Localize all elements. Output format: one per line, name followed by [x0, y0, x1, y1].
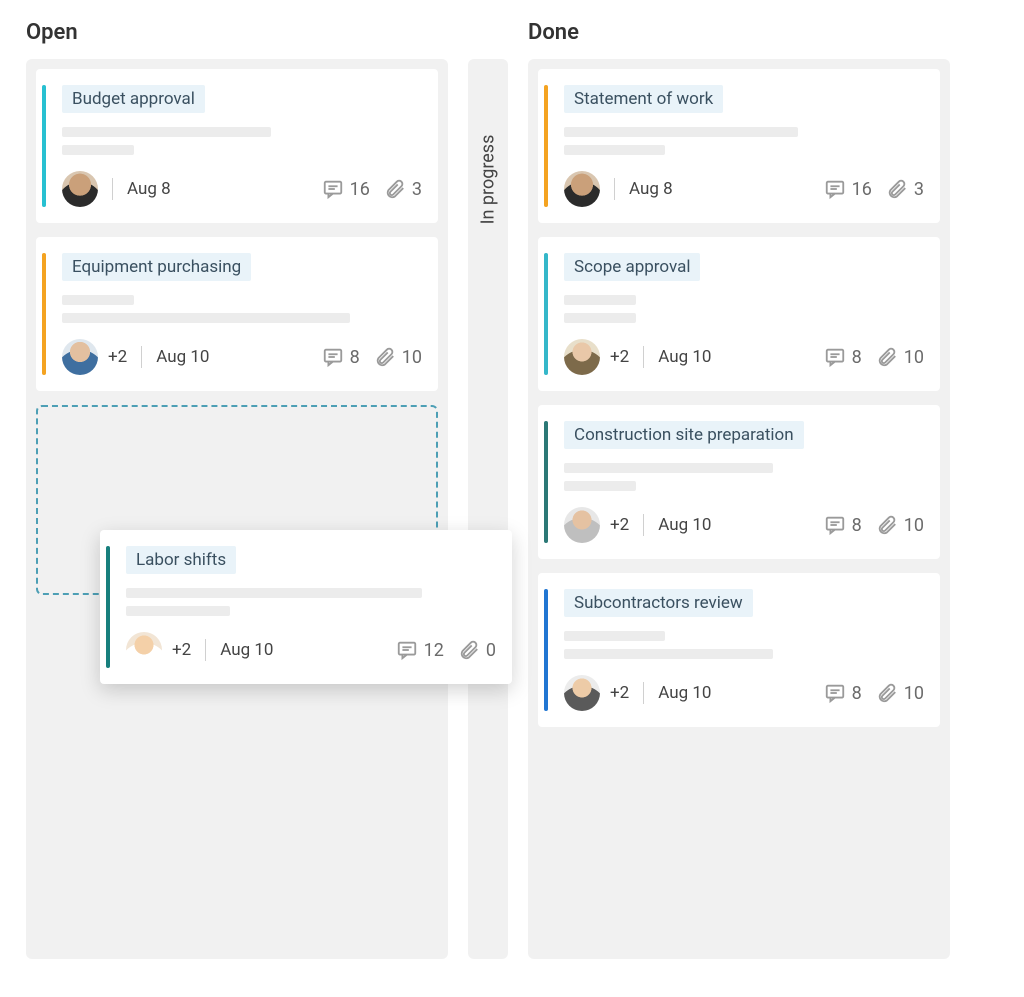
extra-assignees[interactable]: +2 — [610, 347, 629, 367]
card-color-stripe — [544, 253, 548, 375]
comments-count[interactable]: 8 — [824, 346, 862, 368]
card-description-placeholder — [564, 463, 924, 491]
avatar[interactable] — [62, 339, 98, 375]
card-date: Aug 8 — [127, 179, 171, 199]
separator — [614, 178, 615, 200]
comments-count[interactable]: 8 — [322, 346, 360, 368]
column-title: Open — [26, 20, 448, 45]
avatar[interactable] — [564, 675, 600, 711]
column-open[interactable]: Budget approval Aug 8 1 — [26, 59, 448, 959]
card-description-placeholder — [564, 631, 924, 659]
card-title-tag: Statement of work — [564, 85, 723, 113]
comment-icon — [322, 346, 344, 368]
card-description-placeholder — [564, 295, 924, 323]
card-description-placeholder — [62, 295, 422, 323]
column-in-progress-wrapper: In progress — [468, 20, 508, 959]
separator — [205, 639, 206, 661]
comment-icon — [824, 682, 846, 704]
attachments-count[interactable]: 3 — [384, 178, 422, 200]
card-color-stripe — [42, 253, 46, 375]
comments-count[interactable]: 12 — [396, 639, 444, 661]
comment-icon — [396, 639, 418, 661]
comment-icon — [824, 346, 846, 368]
column-done[interactable]: Statement of work Aug 8 16 3 — [528, 59, 950, 959]
attachment-icon — [384, 178, 406, 200]
card-title-tag: Labor shifts — [126, 546, 236, 574]
attachments-count[interactable]: 3 — [886, 178, 924, 200]
attachments-count[interactable]: 10 — [876, 682, 924, 704]
card-color-stripe — [544, 421, 548, 543]
avatar[interactable] — [564, 507, 600, 543]
card-color-stripe — [42, 85, 46, 207]
card-title-tag: Equipment purchasing — [62, 253, 251, 281]
attachment-icon — [876, 514, 898, 536]
attachments-count[interactable]: 10 — [876, 346, 924, 368]
extra-assignees[interactable]: +2 — [610, 683, 629, 703]
attachment-icon — [374, 346, 396, 368]
comments-count[interactable]: 8 — [824, 682, 862, 704]
separator — [643, 514, 644, 536]
card-color-stripe — [544, 85, 548, 207]
card-date: Aug 10 — [658, 683, 711, 703]
column-title-spacer — [468, 20, 508, 45]
avatar[interactable] — [126, 632, 162, 668]
card-date: Aug 10 — [658, 515, 711, 535]
card-description-placeholder — [564, 127, 924, 155]
task-card[interactable]: Statement of work Aug 8 16 3 — [538, 69, 940, 223]
card-date: Aug 10 — [658, 347, 711, 367]
card-title-tag: Budget approval — [62, 85, 205, 113]
extra-assignees[interactable]: +2 — [610, 515, 629, 535]
attachment-icon — [458, 639, 480, 661]
card-date: Aug 8 — [629, 179, 673, 199]
card-description-placeholder — [62, 127, 422, 155]
separator — [112, 178, 113, 200]
column-open-wrapper: Open Budget approval Aug 8 — [26, 20, 448, 959]
card-title-tag: Subcontractors review — [564, 589, 753, 617]
task-card[interactable]: Subcontractors review +2 Aug 10 8 — [538, 573, 940, 727]
task-card[interactable]: Construction site preparation +2 Aug 10 … — [538, 405, 940, 559]
card-color-stripe — [544, 589, 548, 711]
column-in-progress-collapsed[interactable]: In progress — [468, 59, 508, 959]
card-date: Aug 10 — [156, 347, 209, 367]
comments-count[interactable]: 8 — [824, 514, 862, 536]
task-card-dragging[interactable]: Labor shifts +2 Aug 10 12 0 — [100, 530, 512, 684]
attachments-count[interactable]: 10 — [876, 514, 924, 536]
separator — [141, 346, 142, 368]
column-title: In progress — [478, 135, 499, 225]
attachments-count[interactable]: 10 — [374, 346, 422, 368]
comment-icon — [824, 178, 846, 200]
attachment-icon — [876, 682, 898, 704]
separator — [643, 346, 644, 368]
avatar[interactable] — [62, 171, 98, 207]
extra-assignees[interactable]: +2 — [172, 640, 191, 660]
task-card[interactable]: Equipment purchasing +2 Aug 10 — [36, 237, 438, 391]
card-title-tag: Construction site preparation — [564, 421, 804, 449]
comment-icon — [824, 514, 846, 536]
avatar[interactable] — [564, 339, 600, 375]
column-done-wrapper: Done Statement of work Aug 8 — [528, 20, 950, 959]
task-card[interactable]: Budget approval Aug 8 1 — [36, 69, 438, 223]
attachment-icon — [886, 178, 908, 200]
attachments-count[interactable]: 0 — [458, 639, 496, 661]
comments-count[interactable]: 16 — [322, 178, 370, 200]
separator — [643, 682, 644, 704]
comment-icon — [322, 178, 344, 200]
avatar[interactable] — [564, 171, 600, 207]
kanban-board: Open Budget approval Aug 8 — [0, 0, 1024, 979]
column-title: Done — [528, 20, 950, 45]
card-date: Aug 10 — [220, 640, 273, 660]
comments-count[interactable]: 16 — [824, 178, 872, 200]
task-card[interactable]: Scope approval +2 Aug 10 8 10 — [538, 237, 940, 391]
extra-assignees[interactable]: +2 — [108, 347, 127, 367]
card-title-tag: Scope approval — [564, 253, 700, 281]
card-color-stripe — [106, 546, 110, 668]
card-description-placeholder — [126, 588, 496, 616]
attachment-icon — [876, 346, 898, 368]
